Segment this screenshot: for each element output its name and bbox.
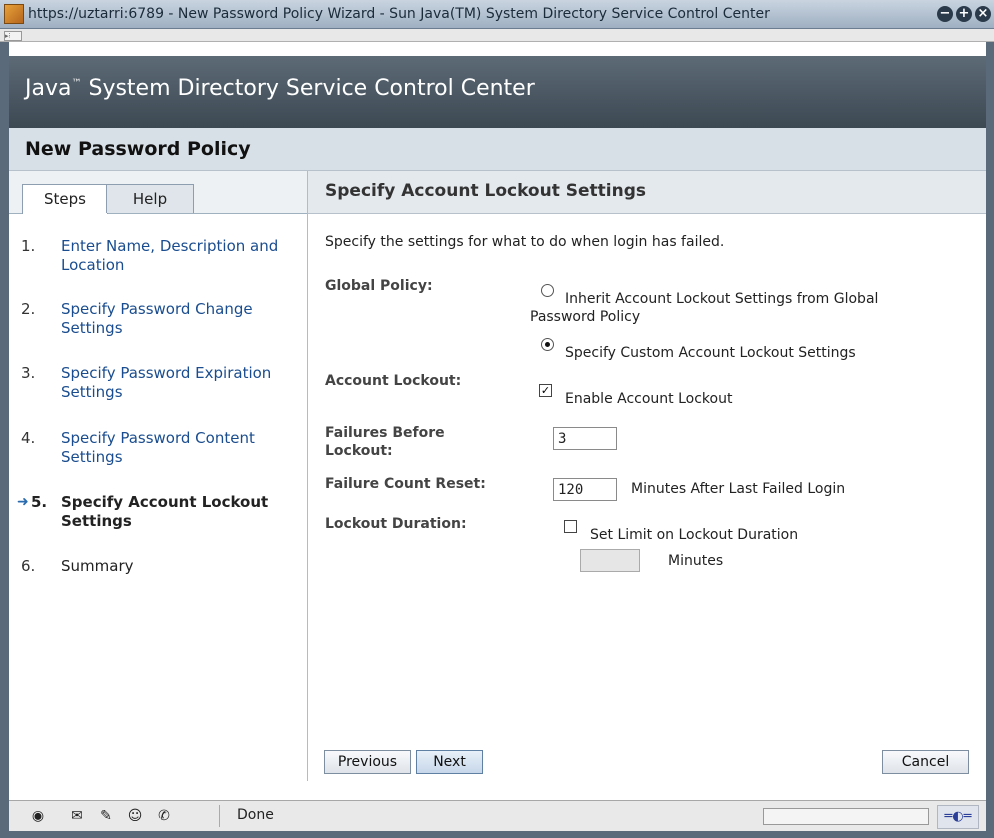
minimize-icon[interactable]: − xyxy=(937,6,953,22)
tab-help[interactable]: Help xyxy=(106,184,194,213)
enable-lockout-label: Enable Account Lockout xyxy=(565,391,733,407)
next-button[interactable]: Next xyxy=(416,750,483,774)
duration-suffix: Minutes xyxy=(668,553,724,569)
browser-app-icon xyxy=(4,4,24,24)
duration-limit-checkbox[interactable] xyxy=(564,520,577,533)
navigator-icon[interactable]: ◉ xyxy=(30,808,46,824)
page-title: New Password Policy xyxy=(25,138,251,160)
toolbar-grip-icon[interactable]: ▸⁝ xyxy=(4,31,22,41)
step-link[interactable]: Enter Name, Description and Location xyxy=(61,237,278,274)
masthead-title: Java™ System Directory Service Control C… xyxy=(25,76,535,101)
wizard-content: Specify Account Lockout Settings Specify… xyxy=(308,171,986,781)
previous-button[interactable]: Previous xyxy=(324,750,411,774)
step-link[interactable]: Specify Password Expiration Settings xyxy=(61,364,271,401)
custom-option-label: Specify Custom Account Lockout Settings xyxy=(565,345,856,361)
steps-panel: Steps Help 1. Enter Name, Description an… xyxy=(9,171,308,781)
content-frame: Java™ System Directory Service Control C… xyxy=(9,42,986,822)
failures-label-cont: Lockout: xyxy=(325,443,393,459)
masthead: Java™ System Directory Service Control C… xyxy=(9,56,986,128)
close-icon[interactable]: × xyxy=(975,6,991,22)
failures-label: Failures Before xyxy=(325,425,445,441)
step-link[interactable]: Specify Password Content Settings xyxy=(61,429,255,466)
composer-icon[interactable]: ✎ xyxy=(98,808,114,824)
mail-icon[interactable]: ✉ xyxy=(69,808,85,824)
duration-limit-label: Set Limit on Lockout Duration xyxy=(590,527,799,543)
content-heading: Specify Account Lockout Settings xyxy=(325,181,646,201)
content-header: Specify Account Lockout Settings xyxy=(308,171,986,214)
toolbar-strip: ▸⁝ xyxy=(0,29,994,42)
progress-bar xyxy=(763,808,929,825)
chat-icon[interactable]: ✆ xyxy=(156,808,172,824)
lockout-duration-input[interactable] xyxy=(580,549,640,572)
address-book-icon[interactable]: ☺ xyxy=(127,808,143,824)
status-text: Done xyxy=(237,807,274,823)
connection-plug-icon[interactable]: ═◐═ xyxy=(937,805,979,829)
step-link[interactable]: Specify Password Change Settings xyxy=(61,300,253,337)
cancel-button[interactable]: Cancel xyxy=(882,750,969,774)
page-title-bar: New Password Policy xyxy=(9,128,986,171)
lockout-duration-label: Lockout Duration: xyxy=(325,516,467,532)
status-divider xyxy=(219,805,220,827)
custom-radio[interactable] xyxy=(541,338,554,351)
tab-bar: Steps Help xyxy=(9,171,307,214)
failure-count-reset-input[interactable]: 120 xyxy=(553,478,617,501)
failure-reset-suffix: Minutes After Last Failed Login xyxy=(631,481,846,497)
global-policy-label: Global Policy: xyxy=(325,278,433,294)
maximize-icon[interactable]: + xyxy=(956,6,972,22)
inherit-option-label-cont: Password Policy xyxy=(530,309,641,325)
instructions: Specify the settings for what to do when… xyxy=(325,234,725,250)
account-lockout-label: Account Lockout: xyxy=(325,373,462,389)
current-step-label: Specify Account Lockout Settings xyxy=(61,493,269,530)
inherit-radio[interactable] xyxy=(541,284,554,297)
tab-steps[interactable]: Steps xyxy=(22,184,108,214)
inherit-option-label: Inherit Account Lockout Settings from Gl… xyxy=(565,291,879,307)
window-title: https://uztarri:6789 - New Password Poli… xyxy=(28,6,770,22)
status-bar: ◉ ✉ ✎ ☺ ✆ Done ═◐═ xyxy=(9,800,986,831)
current-step-arrow-icon: ➜ xyxy=(17,494,29,510)
enable-lockout-checkbox[interactable]: ✓ xyxy=(539,384,552,397)
failure-reset-label: Failure Count Reset: xyxy=(325,476,486,492)
window-titlebar: https://uztarri:6789 - New Password Poli… xyxy=(0,0,994,29)
failures-before-lockout-input[interactable]: 3 xyxy=(553,427,617,450)
